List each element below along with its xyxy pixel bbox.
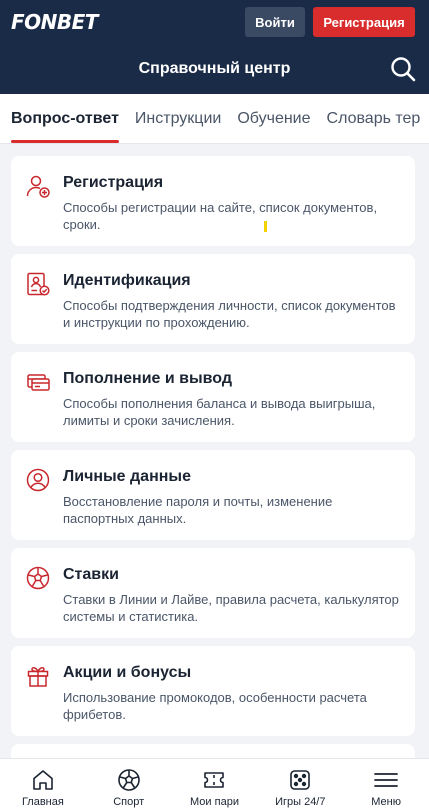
category-card-deposit-withdrawal[interactable]: Пополнение и вывод Способы пополнения ба… bbox=[11, 352, 415, 442]
cursor-marker bbox=[264, 221, 267, 232]
home-icon bbox=[33, 770, 53, 790]
wallet-card-icon bbox=[27, 374, 50, 391]
page-title: Справочный центр bbox=[138, 60, 291, 77]
nav-games[interactable]: Игры 24/7 bbox=[257, 759, 343, 812]
category-list: Регистрация Способы регистрации на сайте… bbox=[11, 156, 415, 792]
login-button[interactable]: Войти bbox=[245, 7, 305, 37]
category-card-bets[interactable]: Ставки Ставки в Линии и Лайве, правила р… bbox=[11, 548, 415, 638]
top-bar: FONBET Войти Регистрация bbox=[0, 0, 429, 44]
gift-icon bbox=[27, 666, 49, 687]
nav-my-bets[interactable]: Мои пари bbox=[172, 759, 258, 812]
category-description: Способы пополнения баланса и вывода выиг… bbox=[63, 396, 376, 428]
nav-label: Меню bbox=[371, 796, 401, 808]
category-title: Пополнение и вывод bbox=[63, 370, 233, 387]
menu-icon bbox=[374, 773, 398, 787]
category-description: Способы подтверждения личности, список д… bbox=[63, 298, 396, 330]
fonbet-logo[interactable]: FONBET bbox=[11, 10, 98, 34]
category-description: Способы регистрации на сайте, список док… bbox=[63, 200, 378, 232]
nav-label: Главная bbox=[21, 796, 64, 808]
soccer-ball-icon bbox=[26, 566, 50, 590]
nav-label: Спорт bbox=[113, 796, 145, 808]
user-add-icon bbox=[26, 175, 50, 198]
category-card-personal-data[interactable]: Личные данные Восстановление пароля и по… bbox=[11, 450, 415, 540]
category-description: Ставки в Линии и Лайве, правила расчета,… bbox=[63, 592, 399, 624]
tab-learning[interactable]: Обучение bbox=[237, 94, 310, 143]
category-title: Ставки bbox=[63, 566, 119, 583]
nav-menu[interactable]: Меню bbox=[343, 759, 429, 812]
category-description: Восстановление пароля и почты, изменение… bbox=[63, 494, 333, 526]
category-description: Использование промокодов, особенности ра… bbox=[63, 690, 367, 722]
bottom-navigation: Главная Спорт Мои пари Игры 24/7 Меню bbox=[0, 758, 429, 812]
dice-icon bbox=[290, 770, 311, 790]
user-circle-icon bbox=[26, 468, 50, 492]
nav-sport[interactable]: Спорт bbox=[86, 759, 172, 812]
id-document-icon bbox=[27, 272, 50, 296]
nav-label: Игры 24/7 bbox=[275, 796, 326, 808]
nav-home[interactable]: Главная bbox=[0, 759, 86, 812]
top-actions: Войти Регистрация bbox=[245, 7, 415, 37]
category-card-identification[interactable]: Идентификация Способы подтверждения личн… bbox=[11, 254, 415, 344]
page-header: Справочный центр bbox=[0, 44, 429, 94]
ball-icon bbox=[117, 769, 140, 791]
category-title: Регистрация bbox=[63, 174, 164, 191]
register-button[interactable]: Регистрация bbox=[313, 7, 415, 37]
category-title: Акции и бонусы bbox=[63, 664, 192, 681]
tab-glossary[interactable]: Словарь тер bbox=[327, 94, 421, 143]
category-title: Идентификация bbox=[63, 272, 191, 289]
ticket-icon bbox=[204, 772, 225, 788]
help-tabs: Вопрос-ответ Инструкции Обучение Словарь… bbox=[0, 94, 429, 144]
category-title: Личные данные bbox=[63, 468, 191, 485]
category-card-registration[interactable]: Регистрация Способы регистрации на сайте… bbox=[11, 156, 415, 246]
nav-label: Мои пари bbox=[190, 796, 239, 808]
tab-instructions[interactable]: Инструкции bbox=[135, 94, 221, 143]
tab-faq[interactable]: Вопрос-ответ bbox=[11, 94, 119, 143]
category-card-promotions[interactable]: Акции и бонусы Использование промокодов,… bbox=[11, 646, 415, 736]
search-icon[interactable] bbox=[390, 56, 416, 82]
